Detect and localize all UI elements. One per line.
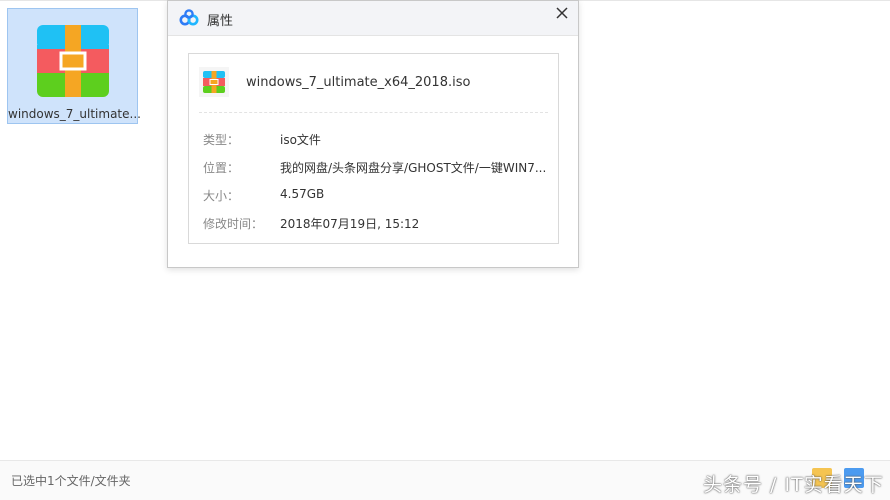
dialog-title: 属性	[207, 14, 234, 29]
properties-card: windows_7_ultimate_x64_2018.iso 类型： iso文…	[188, 53, 559, 244]
location-value: 我的网盘/头条网盘分享/GHOST文件/一键WIN7...	[280, 161, 547, 175]
winrar-archive-icon	[199, 67, 229, 97]
selection-status-text: 已选中1个文件/文件夹	[11, 474, 131, 488]
size-label: 大小：	[203, 189, 240, 203]
properties-dialog: 属性 windows_7_ultimate_x64_2018.iso 类型： i…	[167, 0, 579, 268]
file-item-selected[interactable]: windows_7_ultimate...	[7, 8, 141, 124]
location-label: 位置：	[203, 161, 240, 175]
type-value: iso文件	[280, 133, 321, 147]
baidu-netdisk-logo-icon	[179, 9, 199, 26]
modified-time-label: 修改时间：	[203, 217, 264, 231]
type-label: 类型：	[203, 133, 240, 147]
dialog-file-name: windows_7_ultimate_x64_2018.iso	[246, 75, 471, 90]
size-value: 4.57GB	[280, 187, 325, 201]
watermark: 头条号 / IT实看天下	[703, 474, 884, 496]
close-icon[interactable]	[551, 2, 573, 24]
file-name: windows_7_ultimate...	[8, 107, 141, 121]
modified-time-value: 2018年07月19日, 15:12	[280, 217, 420, 231]
winrar-archive-icon	[37, 25, 109, 97]
dialog-titlebar[interactable]: 属性	[168, 1, 578, 36]
divider	[199, 112, 548, 113]
